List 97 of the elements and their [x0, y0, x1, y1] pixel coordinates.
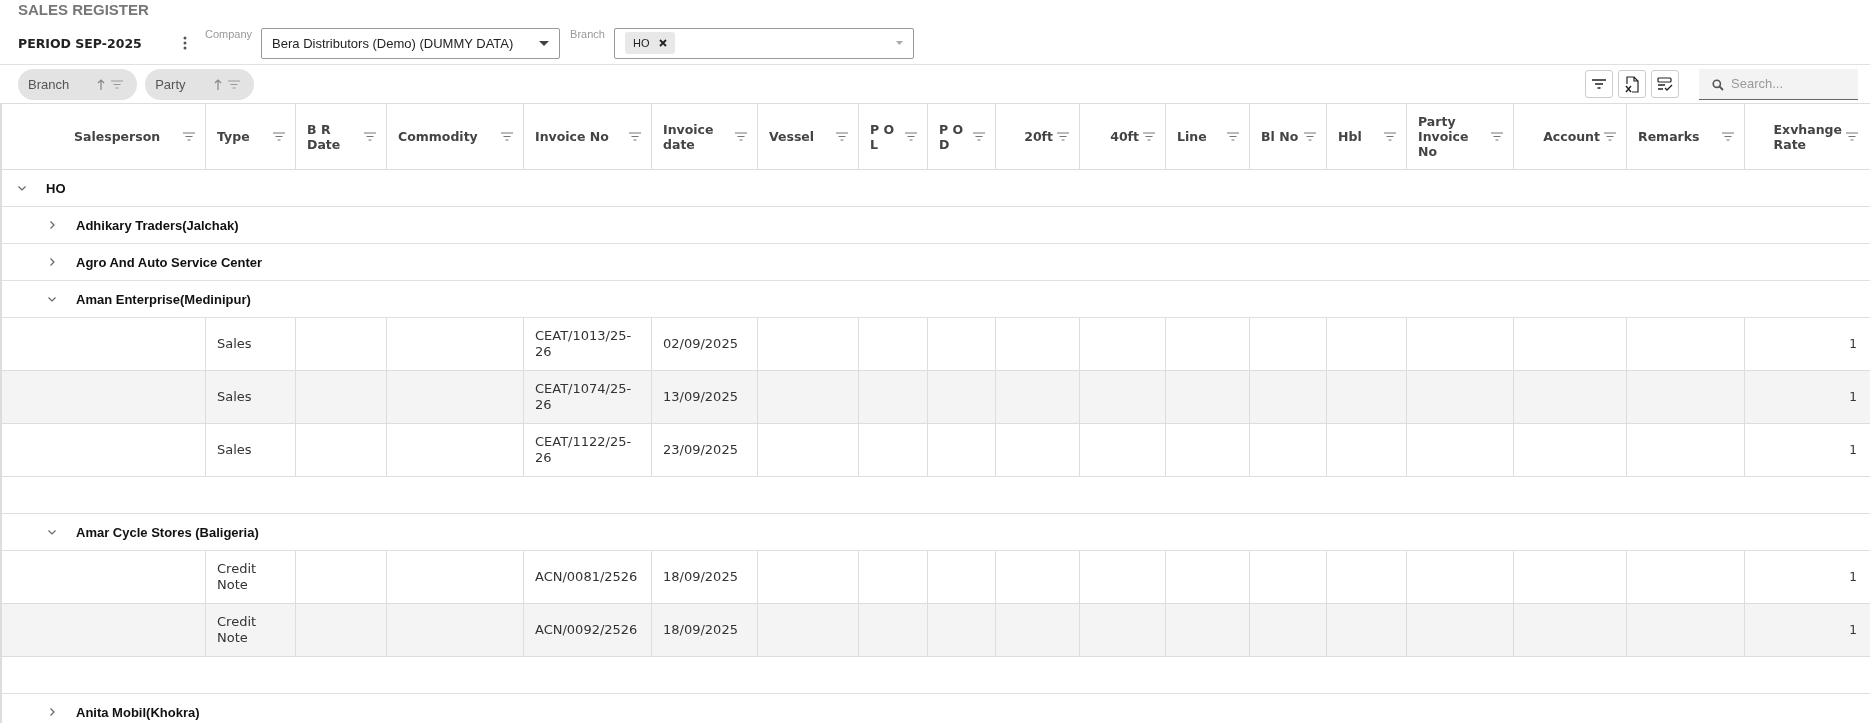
- filter-icon[interactable]: [501, 132, 513, 141]
- column-header[interactable]: Type: [205, 104, 295, 169]
- sort-up-icon[interactable]: [97, 78, 106, 90]
- column-header[interactable]: Party Invoice No: [1406, 104, 1513, 169]
- group-label: Agro And Auto Service Center: [76, 254, 263, 270]
- column-header[interactable]: Bl No: [1249, 104, 1326, 169]
- column-header[interactable]: Commodity: [386, 104, 523, 169]
- column-header[interactable]: Invoice date: [651, 104, 757, 169]
- table-cell: 1: [1849, 336, 1857, 352]
- group-row[interactable]: HO: [2, 170, 1870, 207]
- selected-value-tag[interactable]: HO: [624, 32, 676, 54]
- group-row[interactable]: Aman Enterprise(Medinipur): [2, 281, 1870, 318]
- caret-icon: [895, 41, 903, 45]
- filter-icon[interactable]: [629, 132, 641, 141]
- chevron-icon[interactable]: [47, 527, 57, 537]
- filter-icon: [1592, 79, 1606, 89]
- column-header[interactable]: 40ft: [1079, 104, 1165, 169]
- chevron-icon[interactable]: [47, 220, 57, 230]
- filter-icon[interactable]: [1143, 132, 1155, 141]
- table-cell: 18/09/2025: [663, 569, 738, 585]
- close-icon[interactable]: [659, 39, 668, 47]
- table-cell: Sales: [217, 389, 252, 405]
- column-header[interactable]: P O L: [858, 104, 927, 169]
- grouping-pill[interactable]: Branch: [18, 68, 138, 100]
- caret-icon: [539, 40, 550, 46]
- filter-icon[interactable]: [836, 132, 848, 141]
- table-cell: 1: [1849, 442, 1857, 458]
- column-header[interactable]: B R Date: [295, 104, 386, 169]
- more-icon[interactable]: [183, 36, 187, 50]
- group-label: HO: [46, 180, 66, 196]
- filter-icon[interactable]: [1227, 132, 1239, 141]
- branch-select[interactable]: HO: [613, 27, 914, 59]
- group-row[interactable]: Anita Mobil(Khokra): [2, 694, 1870, 723]
- filter-icon[interactable]: [1722, 132, 1734, 141]
- column-header[interactable]: P O D: [927, 104, 995, 169]
- group-row[interactable]: Amar Cycle Stores (Baligeria): [2, 514, 1870, 551]
- chevron-icon[interactable]: [47, 294, 57, 304]
- group-label: Anita Mobil(Khokra): [76, 704, 200, 720]
- table-cell: 23/09/2025: [663, 442, 738, 458]
- filter-icon[interactable]: [973, 132, 985, 141]
- table-cell: ACN/0092/2526: [535, 622, 638, 638]
- table-cell: 13/09/2025: [663, 389, 738, 405]
- table-cell: 1: [1849, 389, 1857, 405]
- table-cell-text: CEAT/1122/25-26: [535, 434, 633, 466]
- group-row[interactable]: Agro And Auto Service Center: [2, 244, 1870, 281]
- chevron-icon[interactable]: [47, 257, 57, 267]
- filter-button[interactable]: [1585, 70, 1613, 98]
- table-cell: 02/09/2025: [663, 336, 738, 352]
- group-label: Aman Enterprise(Medinipur): [76, 291, 251, 307]
- group-row[interactable]: Adhikary Traders(Jalchak): [2, 207, 1870, 244]
- period-label: PERIOD SEP-2025: [18, 35, 143, 51]
- filter-icon[interactable]: [1491, 132, 1503, 141]
- column-header[interactable]: Vessel: [757, 104, 858, 169]
- filter-icon[interactable]: [1384, 132, 1396, 141]
- column-header[interactable]: Line: [1165, 104, 1249, 169]
- filter-icon[interactable]: [735, 132, 747, 141]
- table-cell: Sales: [217, 336, 252, 352]
- checklist-icon: [1657, 77, 1673, 91]
- table-cell: 1: [1849, 622, 1857, 638]
- group-label: Amar Cycle Stores (Baligeria): [76, 524, 259, 540]
- sort-up-icon[interactable]: [213, 78, 222, 90]
- filter-icon[interactable]: [1604, 132, 1616, 141]
- table-cell: 1: [1849, 569, 1857, 585]
- excel-file-icon: [1625, 75, 1639, 93]
- filter-icon[interactable]: [1304, 132, 1316, 141]
- column-header[interactable]: Invoice No: [523, 104, 651, 169]
- company-select[interactable]: Bera Distributors (Demo) (DUMMY DATA): [261, 27, 561, 59]
- column-header[interactable]: Exvhange Rate: [1744, 104, 1868, 169]
- search-icon: [1712, 78, 1724, 91]
- column-header[interactable]: Account: [1513, 104, 1626, 169]
- field-label: Branch: [570, 28, 605, 40]
- table-cell-text: Credit Note: [217, 614, 258, 646]
- search-field[interactable]: Search...: [1699, 68, 1858, 100]
- filter-icon[interactable]: [1846, 132, 1858, 141]
- filter-icon[interactable]: [1057, 132, 1069, 141]
- filter-icon[interactable]: [273, 132, 285, 141]
- grouping-pill[interactable]: Party: [145, 68, 254, 100]
- table-cell: ACN/0081/2526: [535, 569, 638, 585]
- chevron-icon[interactable]: [47, 707, 57, 717]
- column-header[interactable]: Remarks: [1626, 104, 1744, 169]
- table-cell: 18/09/2025: [663, 622, 738, 638]
- table-cell: Sales: [217, 442, 252, 458]
- chevron-icon[interactable]: [17, 183, 27, 193]
- checklist-button[interactable]: [1651, 70, 1679, 98]
- group-label: Adhikary Traders(Jalchak): [76, 217, 239, 233]
- table-cell-text: CEAT/1074/25-26: [535, 381, 633, 413]
- page-title: SALES REGISTER: [17, 0, 150, 20]
- excel-export-button[interactable]: [1618, 70, 1646, 98]
- table-cell-text: Credit Note: [217, 561, 258, 593]
- column-header[interactable]: Salesperson: [2, 104, 205, 169]
- table-cell-text: CEAT/1013/25-26: [535, 328, 633, 360]
- filter-icon[interactable]: [183, 132, 195, 141]
- filter-icon[interactable]: [905, 132, 917, 141]
- column-header[interactable]: Hbl: [1326, 104, 1406, 169]
- field-label: Company: [205, 28, 253, 40]
- column-header[interactable]: 20ft: [995, 104, 1079, 169]
- filter-icon[interactable]: [364, 132, 376, 141]
